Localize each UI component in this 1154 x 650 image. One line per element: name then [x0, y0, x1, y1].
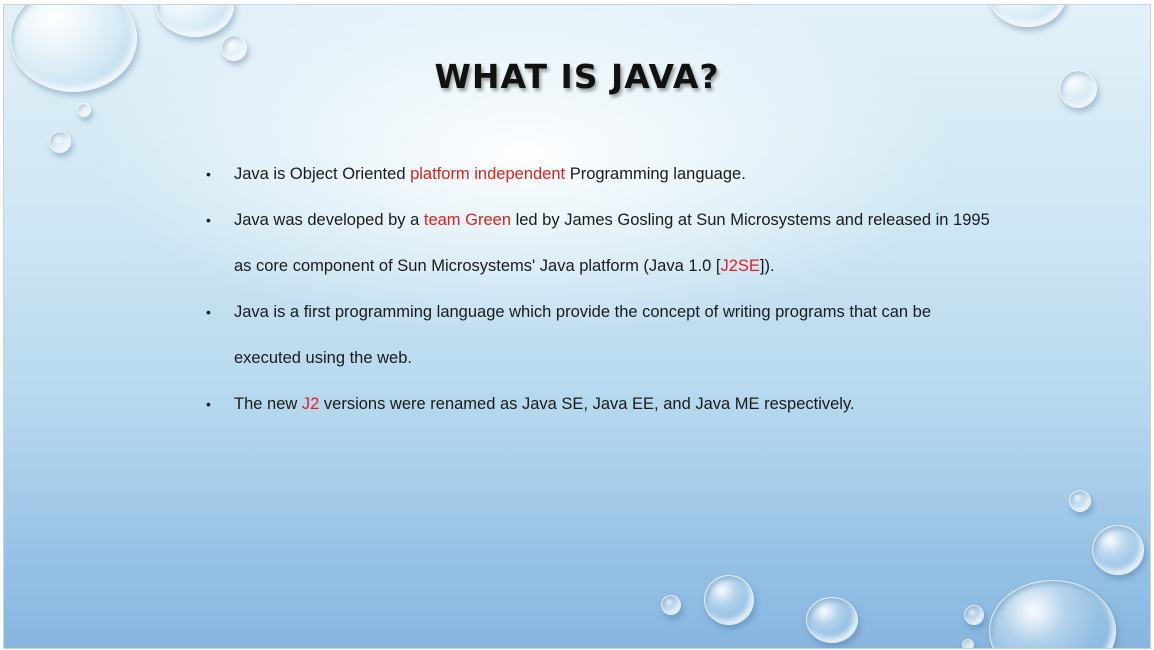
highlighted-text: team Green [423, 211, 511, 229]
slide: WHAT IS JAVA? • Java is Object Oriented … [3, 4, 1151, 649]
water-drop-decoration [806, 597, 858, 643]
bullet-item: • Java is a first programming language w… [204, 289, 994, 381]
highlighted-text: J2SE [720, 257, 760, 275]
water-drop-decoration [704, 575, 754, 625]
bullet-text: Java was developed by a [234, 211, 424, 229]
water-drop-decoration [989, 5, 1066, 27]
bullet-marker: • [206, 304, 211, 320]
water-drop-decoration [964, 605, 984, 625]
bullet-text: ]). [759, 257, 775, 275]
bullet-marker: • [206, 212, 211, 228]
bullet-item: • The new J2 versions were renamed as Ja… [204, 381, 994, 427]
highlighted-text: platform independent [410, 165, 566, 183]
water-drop-decoration [156, 5, 234, 37]
water-drop-decoration [77, 103, 91, 117]
slide-title: WHAT IS JAVA? [434, 57, 720, 96]
bullet-list: • Java is Object Oriented platform indep… [204, 151, 994, 427]
water-drop-decoration [989, 580, 1116, 648]
water-drop-decoration [1092, 525, 1144, 575]
water-drop-decoration [962, 639, 974, 648]
bullet-text: Programming language. [565, 165, 746, 183]
bullet-text: The new [234, 395, 302, 413]
bullet-text: Java is Object Oriented [234, 165, 411, 183]
bullet-item: • Java was developed by a team Green led… [204, 197, 994, 289]
bullet-item: • Java is Object Oriented platform indep… [204, 151, 994, 197]
bullet-marker: • [206, 396, 211, 412]
water-drop-decoration [49, 131, 71, 153]
highlighted-text: J2 [301, 395, 320, 413]
water-drop-decoration [661, 595, 681, 615]
bullet-marker: • [206, 166, 211, 182]
water-drop-decoration [1069, 490, 1091, 512]
bullet-text: Java is a first programming language whi… [234, 303, 932, 367]
bullet-text: versions were renamed as Java SE, Java E… [319, 395, 855, 413]
